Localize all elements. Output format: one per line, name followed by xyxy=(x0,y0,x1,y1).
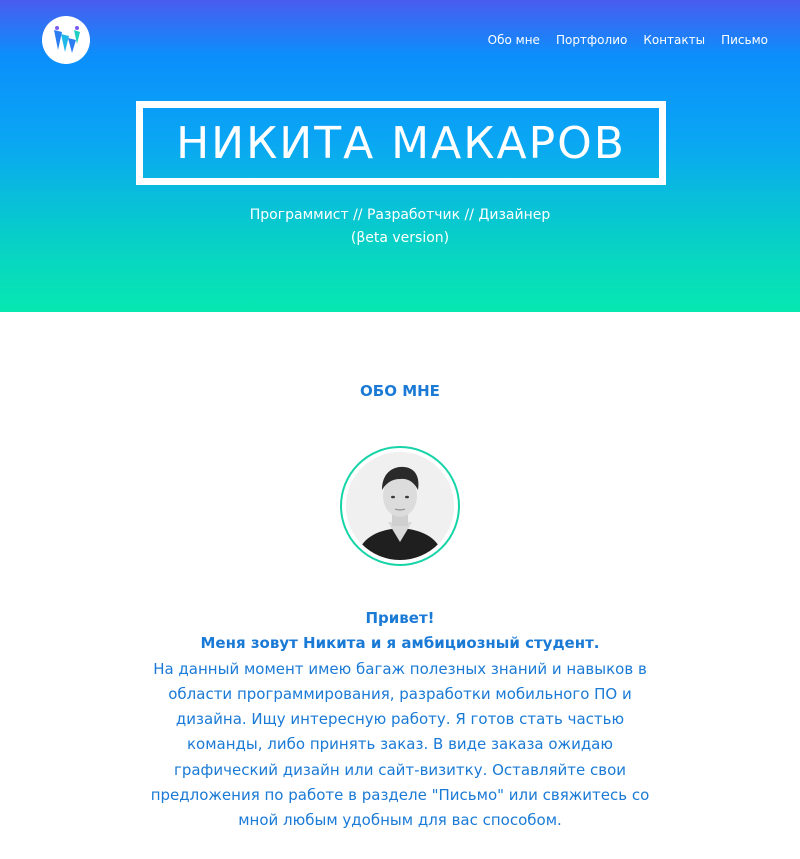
section-title: ОБО МНЕ xyxy=(360,382,440,400)
nav-link-about[interactable]: Обо мне xyxy=(488,33,540,47)
brand-logo-icon xyxy=(54,26,80,53)
page-title: НИКИТА МАКАРОВ xyxy=(176,117,626,169)
role-line: Программист // Разработчик // Дизайнер xyxy=(249,207,551,223)
avatar xyxy=(340,446,460,566)
nav-link-contacts[interactable]: Контакты xyxy=(643,33,705,47)
hero-subtitle: Программист // Разработчик // Дизайнер (… xyxy=(0,204,800,250)
intro-line: Меня зовут Никита и я амбициозный студен… xyxy=(200,634,600,653)
hero-section: Обо мне Портфолио Контакты Письмо НИКИТА… xyxy=(0,0,800,312)
profile-photo xyxy=(346,452,454,560)
greeting: Привет! xyxy=(365,609,435,627)
intro-text: Привет! Меня зовут Никита и я амбициозны… xyxy=(100,606,700,834)
nav-link-portfolio[interactable]: Портфолио xyxy=(556,33,627,47)
nav-link-letter[interactable]: Письмо xyxy=(721,33,768,47)
name-frame: НИКИТА МАКАРОВ xyxy=(136,101,666,185)
version-line: (βeta version) xyxy=(350,230,450,246)
brand-logo[interactable] xyxy=(42,16,90,64)
main-nav: Обо мне Портфолио Контакты Письмо xyxy=(488,33,768,47)
about-paragraph: На данный момент имею багаж полезных зна… xyxy=(150,659,650,830)
